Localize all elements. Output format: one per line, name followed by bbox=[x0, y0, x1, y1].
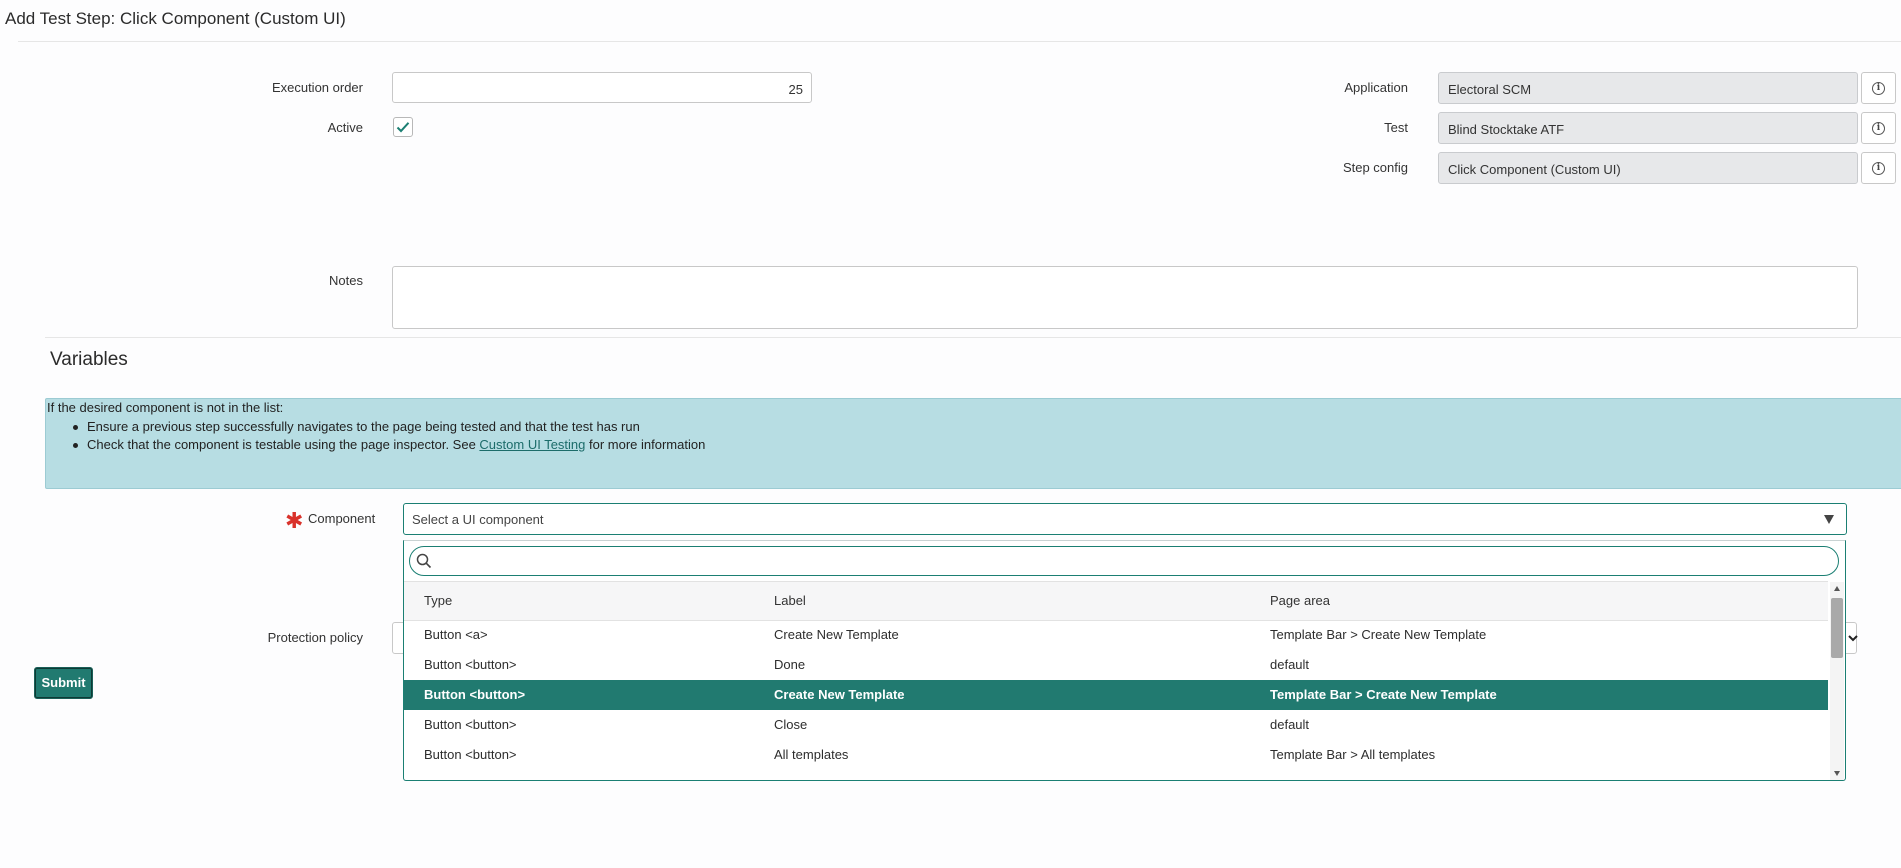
component-label: Component bbox=[308, 511, 376, 526]
section-divider bbox=[45, 337, 1901, 338]
row-type: Button <button> bbox=[424, 657, 517, 672]
step-config-field: Click Component (Custom UI) bbox=[1438, 152, 1858, 184]
active-label: Active bbox=[327, 120, 363, 135]
column-header-page-area: Page area bbox=[1270, 593, 1330, 608]
row-page-area: Template Bar > All templates bbox=[1270, 747, 1436, 762]
column-header-label: Label bbox=[774, 593, 806, 608]
execution-order-input[interactable]: 25 bbox=[392, 72, 812, 103]
variables-heading: Variables bbox=[50, 349, 128, 370]
page-title: Add Test Step: Click Component (Custom U… bbox=[5, 9, 346, 28]
execution-order-label: Execution order bbox=[271, 80, 363, 95]
step-config-info-button[interactable]: i bbox=[1861, 152, 1896, 184]
dropdown-row[interactable]: Button <a> Create New Template Template … bbox=[404, 620, 1828, 650]
row-label: All templates bbox=[774, 747, 849, 762]
info-icon: i bbox=[1872, 121, 1885, 135]
column-header-type: Type bbox=[424, 593, 453, 608]
chevron-down-icon[interactable] bbox=[1848, 634, 1858, 642]
row-type: Button <button> bbox=[424, 687, 526, 702]
dropdown-header: Type Label Page area bbox=[404, 581, 1828, 621]
submit-button[interactable]: Submit bbox=[34, 667, 93, 699]
row-type: Button <button> bbox=[424, 717, 517, 732]
component-search-input[interactable] bbox=[409, 546, 1839, 576]
required-marker: ✱ bbox=[285, 508, 304, 533]
protection-policy-label: Protection policy bbox=[267, 630, 363, 645]
row-label: Done bbox=[774, 657, 806, 672]
notes-label: Notes bbox=[329, 273, 363, 288]
scroll-up-icon[interactable] bbox=[1834, 586, 1840, 591]
application-field: Electoral SCM bbox=[1438, 72, 1858, 104]
dropdown-row[interactable]: Button <button> Done default bbox=[404, 650, 1828, 680]
dropdown-row[interactable]: Button <button> All templates Template B… bbox=[404, 740, 1828, 770]
row-type: Button <button> bbox=[424, 747, 517, 762]
search-icon bbox=[416, 553, 432, 569]
help-bullet: Check that the component is testable usi… bbox=[72, 437, 705, 455]
test-field: Blind Stocktake ATF bbox=[1438, 112, 1858, 144]
scroll-down-icon[interactable] bbox=[1834, 771, 1840, 776]
component-placeholder: Select a UI component bbox=[412, 512, 544, 527]
test-info-button[interactable]: i bbox=[1861, 112, 1896, 144]
help-list: Ensure a previous step successfully navi… bbox=[72, 419, 705, 455]
row-label: Create New Template bbox=[774, 687, 905, 702]
help-intro: If the desired component is not in the l… bbox=[47, 400, 284, 415]
step-config-label: Step config bbox=[1342, 160, 1408, 175]
info-icon: i bbox=[1872, 81, 1885, 95]
row-label: Create New Template bbox=[774, 627, 899, 642]
dropdown-row-selected[interactable]: Button <button> Create New Template Temp… bbox=[404, 680, 1828, 710]
notes-textarea[interactable] bbox=[392, 266, 1858, 329]
row-page-area: default bbox=[1270, 657, 1310, 672]
component-select[interactable]: Select a UI component bbox=[403, 503, 1847, 535]
row-page-area: Template Bar > Create New Template bbox=[1270, 627, 1487, 642]
scrollbar-thumb[interactable] bbox=[1831, 598, 1843, 658]
info-icon: i bbox=[1872, 161, 1885, 175]
component-dropdown: Type Label Page area Button <a> Create N… bbox=[403, 540, 1846, 781]
application-label: Application bbox=[1344, 80, 1408, 95]
component-help-message: If the desired component is not in the l… bbox=[45, 398, 1901, 489]
row-page-area: default bbox=[1270, 717, 1310, 732]
test-label: Test bbox=[1384, 120, 1408, 135]
help-bullet: Ensure a previous step successfully navi… bbox=[72, 419, 705, 437]
row-page-area: Template Bar > Create New Template bbox=[1270, 687, 1497, 702]
check-icon bbox=[396, 122, 410, 133]
dropdown-scrollbar[interactable] bbox=[1830, 582, 1844, 780]
active-checkbox[interactable] bbox=[393, 117, 413, 137]
row-label: Close bbox=[774, 717, 808, 732]
application-info-button[interactable]: i bbox=[1861, 72, 1896, 104]
row-type: Button <a> bbox=[424, 627, 488, 642]
caret-down-icon[interactable] bbox=[1824, 515, 1834, 524]
custom-ui-testing-link[interactable]: Custom UI Testing bbox=[479, 437, 585, 452]
dropdown-row[interactable]: Button <button> Close default bbox=[404, 710, 1828, 740]
title-divider bbox=[18, 41, 1901, 42]
